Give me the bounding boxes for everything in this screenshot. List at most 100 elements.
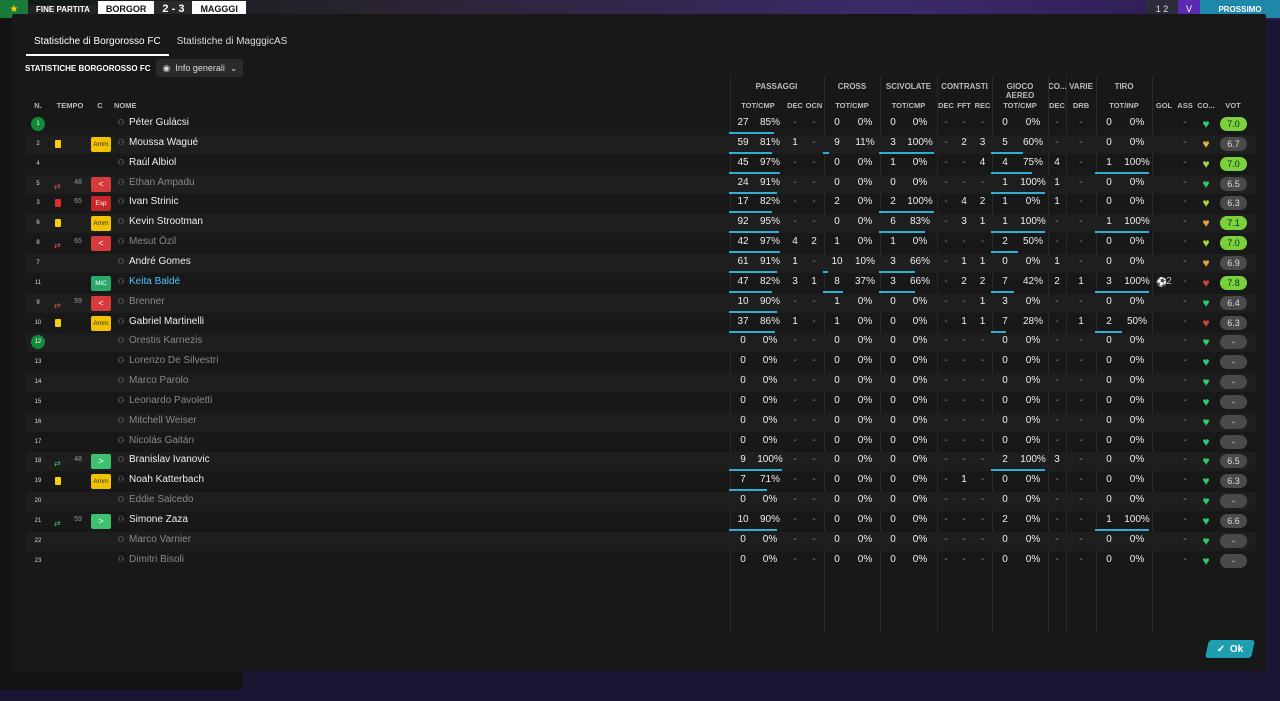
column-header-sciv-tot[interactable]: TOT/CMP [880,101,937,110]
table-row[interactable]: 6 Amm ⚇ Kevin Strootman 92 95% - -0 0% 6 83% -3 1 1 10… [26,214,1256,234]
player-name[interactable]: Dimitri Bisoli [129,552,309,571]
table-row[interactable]: 17 ⚇ Nicolás Gaitán 0 0% - - 0 0% 0 0% - - - 0 0% - - 0 0% -… [26,433,1256,452]
table-row[interactable]: 3 65 Esp ⚇ Ivan Strinic 17 82% - -2 0% 2 100% -4 2 1 0%… [26,194,1256,214]
stat-tackles-total: 1 [890,236,896,248]
player-name[interactable]: Brenner [129,294,309,313]
table-row[interactable]: 16 ⚇ Mitchell Weiser 0 0% - - 0 0% 0 0% - - - 0 0% - - 0 0%… [26,412,1256,432]
column-header-nome[interactable]: NOME [114,101,174,110]
column-header-aer-tot[interactable]: TOT/CMP [992,101,1048,110]
player-name[interactable]: Moussa Wagué [129,135,309,154]
stat-cross-percent: 0% [857,156,873,168]
player-name[interactable]: Péter Gulácsi [129,115,309,134]
table-row[interactable]: 4 ⚇ Raúl Albiol 45 97% - -0 0% 1 0% - -4 4 75% 4-1 100%… [26,155,1256,174]
stats-subheader: STATISTICHE BORGOROSSO FC ◉ Info general… [25,59,244,77]
table-row[interactable]: 21 ⇄ 59 > ⚇ Simone Zaza 10 90% - -0 0% 0 0% - - -2 0% - -1… [26,512,1256,531]
table-row[interactable]: 13 ⚇ Lorenzo De Silvestri 0 0% - - 0 0% 0 0% - - - 0 0%… [26,353,1256,372]
table-row[interactable]: 15 ⚇ Leonardo Pavoletti 0 0% - - 0 0% 0 0% - - - 0 0% - -… [26,393,1256,412]
column-header-n[interactable]: N. [26,101,50,110]
table-row[interactable]: 8 ⇄ 65 < ⚇ Mesut Özil 42 97% 4 2 1 0% 1 0% - - -2 50% - -0 0… [26,234,1256,254]
player-name[interactable]: Eddie Salcedo [129,492,309,511]
table-row[interactable]: 22 ⚇ Marco Varnier 0 0% - -0 0% 0 0% - - -0 0% - -0 0% - ♥… [26,531,1256,551]
stat-tackles-total: 0 [890,355,896,367]
column-header-ass[interactable]: ASS [1176,101,1194,110]
player-name[interactable]: Simone Zaza [129,512,309,531]
tab-away-stats[interactable]: Statistiche di MagggicAS [169,28,296,56]
table-row[interactable]: 10 Amm ⚇ Gabriel Martinelli 37 86% 1-1 0% 0 0% -1 1… [26,314,1256,333]
column-header-pass-dec[interactable]: DEC [786,101,804,110]
player-name[interactable]: André Gomes [129,254,309,273]
table-row[interactable]: 23 ⚇ Dimitri Bisoli 0 0% - - 0 0% 0 0% - - - 0 0% - - 0 0% -… [26,552,1256,571]
player-name[interactable]: Noah Katterbach [129,472,309,491]
ok-button[interactable]: ✓ Ok [1205,640,1255,658]
table-row[interactable]: 14 ⚇ Marco Parolo 0 0% - -0 0% 0 0% - - -0 0% - -0 0% - ♥ - [26,373,1256,393]
stat-passes-percent: 0% [762,494,778,506]
stat-passes-total: 0 [740,494,746,506]
table-row[interactable]: 1 ⚇ Péter Gulácsi 27 85% - -0 0% 0 0% - - -0 0% - -0 0% -… [26,115,1256,134]
table-row[interactable]: 12 ⚇ Orestis Karnezis 0 0% - - 0 0% 0 0% - - - 0 0% - - 0 0… [26,333,1256,353]
stat-shots-percent: 0% [1129,295,1145,307]
view-dropdown[interactable]: ◉ Info generali ⌄ [156,59,244,77]
player-name[interactable]: Mitchell Weiser [129,413,309,432]
player-name[interactable]: Kevin Strootman [129,214,309,233]
tab-home-stats[interactable]: Statistiche di Borgorosso FC [26,28,169,56]
stat-duels-dec: - [944,355,948,367]
column-header-co[interactable]: CO... [1194,101,1218,110]
column-header-cross-tot[interactable]: TOT/CMP [824,101,880,110]
shirt-number: 17 [34,438,42,445]
stat-tackles-percent: 0% [912,156,928,168]
stat-tackles-total: 0 [890,474,896,486]
column-header-var-drb[interactable]: DRB [1066,101,1096,110]
person-icon: ⚇ [117,157,125,167]
column-header-tempo[interactable]: TEMPO [54,101,86,110]
stat-shots-total: 0 [1106,255,1112,267]
column-header-con-rec[interactable]: REC [973,101,992,110]
table-row[interactable]: 9 ⇄ 59 < ⚇ Brenner 10 90% - -1 0% 0 0% - -1 3 0% - -0 0% - ♥ 6… [26,293,1256,313]
stat-tackles-bar [879,231,925,234]
stat-duels-fft: 2 [961,136,967,148]
stat-co-dec: 1 [1054,176,1060,188]
player-rating: - [1220,434,1247,449]
table-row[interactable]: 20 ⚇ Eddie Salcedo 0 0% - -0 0% 0 0% - - -0 0% - -0 0% - ♥… [26,492,1256,512]
player-name[interactable]: Branislav Ivanovic [129,452,309,471]
player-name[interactable]: Ivan Strinic [129,194,309,213]
table-row[interactable]: 11 MiC ⚇ Keita Baldé 47 82% 3 1 8 37% 3 66% -2 2 7 42% 2… [26,274,1256,293]
player-name[interactable]: Marco Parolo [129,373,309,392]
stat-shots-percent: 0% [1129,236,1145,248]
stat-dribbles: - [1079,394,1083,406]
player-name[interactable]: Gabriel Martinelli [129,314,309,333]
player-name[interactable]: Mesut Özil [129,234,309,253]
column-header-con-dec[interactable]: DEC [937,101,955,110]
stat-shots-percent: 0% [1129,255,1145,267]
player-name[interactable]: Leonardo Pavoletti [129,393,309,412]
stat-duels-fft: - [962,355,966,367]
column-header-tiro-tot[interactable]: TOT/INP [1096,101,1152,110]
player-name[interactable]: Orestis Karnezis [129,333,309,352]
stat-cross-total: 0 [834,533,840,545]
table-row[interactable]: 18 ⇄ 48 > ⚇ Branislav Ivanovic 9 100% - -0 0% 0 0% - -… [26,452,1256,472]
player-name[interactable]: Ethan Ampadu [129,175,309,194]
player-name[interactable]: Lorenzo De Silvestri [129,353,309,372]
player-name[interactable]: Keita Baldé [129,274,309,293]
column-header-co-dec[interactable]: DEC [1048,101,1066,110]
column-header-vot[interactable]: VOT [1218,101,1248,110]
player-rating: - [1220,335,1247,350]
column-header-c[interactable]: C [92,101,108,110]
column-header-con-fft[interactable]: FFT [955,101,973,110]
stat-passes-ocn: - [812,196,816,208]
column-header-pass-ocn[interactable]: OCN [804,101,824,110]
stat-shots-percent: 0% [1129,434,1145,446]
stat-duels-fft: - [962,335,966,347]
stat-co-dec: 1 [1054,196,1060,208]
table-row[interactable]: 7 ⚇ André Gomes 61 91% 1-10 10% 3 66% -1 1 0 0% 1-0 0%… [26,253,1256,273]
player-name[interactable]: Raúl Albiol [129,155,309,174]
player-name[interactable]: Nicolás Gaitán [129,433,309,452]
column-header-pass-tot[interactable]: TOT/CMP [730,101,786,110]
table-row[interactable]: 5 ⇄ 48 < ⚇ Ethan Ampadu 24 91% - -0 0% 0 0% - - -1 100% 1… [26,174,1256,194]
event-badge: Amm [91,474,111,490]
player-name[interactable]: Marco Varnier [129,532,309,551]
stat-assists: - [1183,117,1187,128]
shirt-number: 8 [36,240,40,247]
table-row[interactable]: 2 Amm ⚇ Moussa Wagué 59 81% 1-9 11% 3 100% -2 3 5 60%… [26,134,1256,154]
column-header-gol[interactable]: GOL [1152,101,1176,110]
table-row[interactable]: 19 Amm ⚇ Noah Katterbach 7 71% - -0 0% 0 0% -1-0 0% -… [26,472,1256,492]
